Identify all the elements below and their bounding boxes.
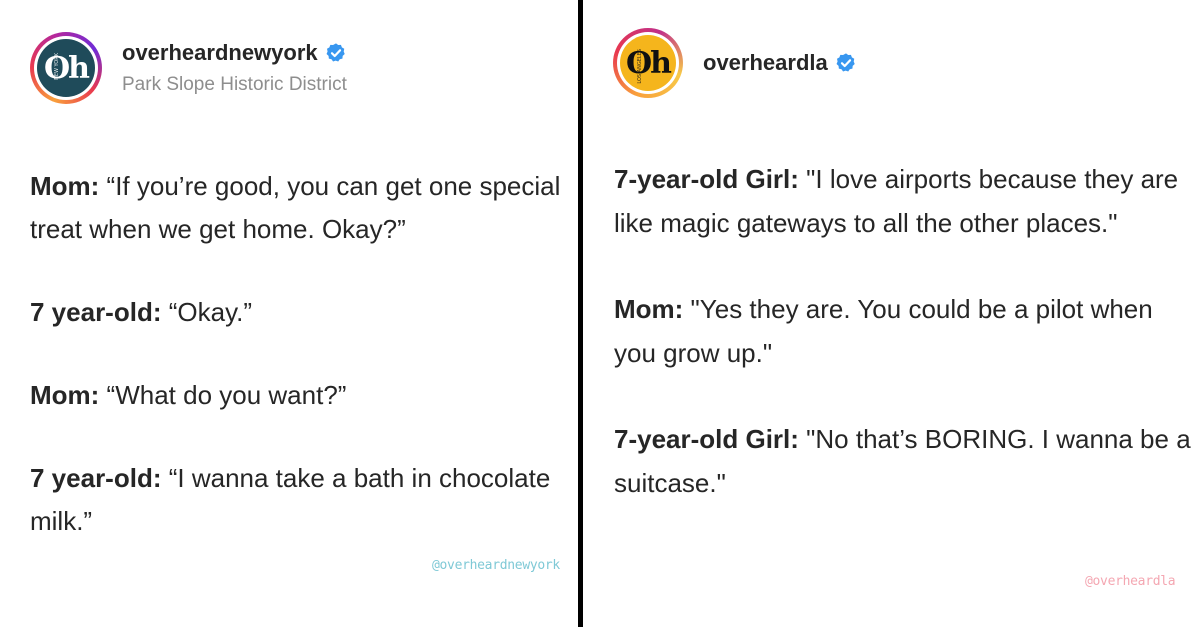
speaker-label: Mom: xyxy=(614,294,684,324)
dialogue-line: 7-year-old Girl: "I love airports becaus… xyxy=(614,157,1194,245)
post-caption: 7-year-old Girl: "I love airports becaus… xyxy=(614,157,1194,547)
quote-text: “If you’re good, you can get one special… xyxy=(30,171,561,244)
overheardla-post: LOS ANGELES Oh overheardla 7-year-old Gi… xyxy=(583,0,1199,627)
dialogue-line: Mom: “If you’re good, you can get one sp… xyxy=(30,165,570,251)
profile-avatar[interactable]: LOS ANGELES Oh xyxy=(613,28,683,98)
username-link[interactable]: overheardnewyork xyxy=(122,40,318,66)
avatar-logo-tiny-text: NEW YORK xyxy=(54,53,60,80)
quote-text: "Yes they are. You could be a pilot when… xyxy=(614,294,1153,368)
location-link[interactable]: Park Slope Historic District xyxy=(122,74,347,96)
speaker-label: 7-year-old Girl: xyxy=(614,164,799,194)
speaker-label: 7-year-old Girl: xyxy=(614,424,799,454)
post-header: NEW YORK Oh overheardnewyork Park Slope … xyxy=(30,32,347,104)
speaker-label: 7 year-old: xyxy=(30,297,162,327)
dialogue-line: 7-year-old Girl: "No that’s BORING. I wa… xyxy=(614,417,1194,505)
avatar-logo-text: Oh xyxy=(626,45,672,81)
avatar-logo: LOS ANGELES Oh xyxy=(620,35,676,91)
dialogue-line: Mom: "Yes they are. You could be a pilot… xyxy=(614,287,1194,375)
dialogue-line: 7 year-old: “I wanna take a bath in choc… xyxy=(30,457,570,543)
speaker-label: 7 year-old: xyxy=(30,463,162,493)
dialogue-line: Mom: “What do you want?” xyxy=(30,374,570,417)
dialogue-line: 7 year-old: “Okay.” xyxy=(30,291,570,334)
quote-text: “What do you want?” xyxy=(99,380,347,410)
verified-badge-icon xyxy=(326,43,345,62)
watermark: @overheardnewyork xyxy=(432,558,560,573)
username-link[interactable]: overheardla xyxy=(703,50,828,76)
avatar-logo: NEW YORK Oh xyxy=(37,39,95,97)
quote-text: “Okay.” xyxy=(161,297,253,327)
post-header: LOS ANGELES Oh overheardla xyxy=(613,28,857,98)
post-caption: Mom: “If you’re good, you can get one sp… xyxy=(30,165,570,583)
profile-avatar[interactable]: NEW YORK Oh xyxy=(30,32,102,104)
speaker-label: Mom: xyxy=(30,171,100,201)
avatar-logo-tiny-text: LOS ANGELES xyxy=(637,49,643,84)
avatar-logo-text: Oh xyxy=(44,50,90,86)
speaker-label: Mom: xyxy=(30,380,100,410)
verified-badge-icon xyxy=(836,53,855,72)
watermark: @overheardla xyxy=(1085,574,1176,589)
overheardnewyork-post: NEW YORK Oh overheardnewyork Park Slope … xyxy=(0,0,578,627)
meme-collage: NEW YORK Oh overheardnewyork Park Slope … xyxy=(0,0,1199,627)
